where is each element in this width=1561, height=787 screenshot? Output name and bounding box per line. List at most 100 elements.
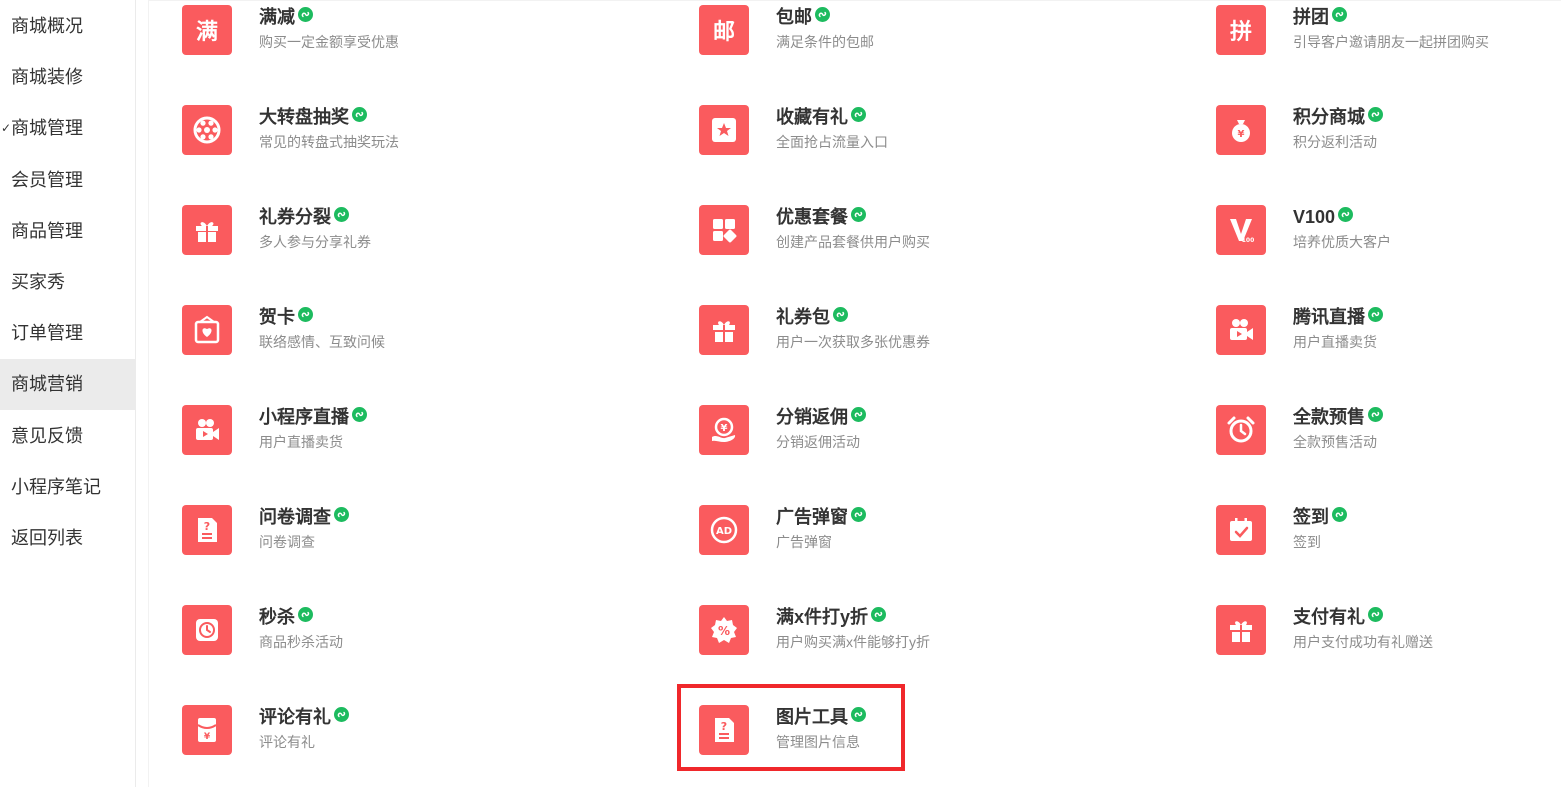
app-title-text: 支付有礼: [1293, 607, 1365, 627]
sidebar-item-0[interactable]: 商城概况: [0, 1, 135, 52]
sidebar-item-2[interactable]: ✓ 商城管理: [0, 103, 135, 154]
sidebar-item-label: 商城装修: [11, 67, 83, 88]
mini-program-icon: [1332, 7, 1347, 22]
red-envelope-icon: ¥: [182, 705, 232, 755]
mini-program-icon: [298, 307, 313, 322]
app-item[interactable]: 满 满减 购买一定金额享受优惠: [182, 5, 622, 61]
app-title-text: 大转盘抽奖: [259, 107, 349, 127]
sidebar-item-label: 商城概况: [11, 16, 83, 36]
app-title: 包邮: [776, 6, 830, 28]
app-title-text: 贺卡: [259, 307, 295, 327]
sidebar-item-8[interactable]: 意见反馈: [0, 411, 135, 462]
app-item[interactable]: ? 问卷调查 问卷调查: [182, 505, 622, 561]
app-title-text: 满x件打y折: [776, 607, 869, 627]
sidebar-item-6[interactable]: 订单管理: [0, 308, 135, 359]
app-title-text: 收藏有礼: [776, 107, 848, 127]
app-description: 常见的转盘式抽奖玩法: [259, 134, 399, 150]
app-item[interactable]: ¥ 积分商城积分返利活动: [1216, 105, 1561, 161]
mini-program-icon: [1368, 107, 1383, 122]
alarm-clock-icon: [1216, 405, 1266, 455]
app-item[interactable]: 腾讯直播 用户直播卖货: [1216, 305, 1561, 361]
app-description: 培养优质大客户: [1293, 234, 1391, 250]
app-title: 秒杀: [259, 606, 313, 628]
app-title-text: 优惠套餐: [776, 207, 848, 227]
app-description: 评论有礼: [259, 734, 315, 750]
app-item[interactable]: 拼 拼团 引导客户邀请朋友一起拼团购买: [1216, 5, 1561, 61]
sidebar-item-3[interactable]: 会员管理: [0, 155, 135, 206]
app-item[interactable]: 邮 包邮 满足条件的包邮: [699, 5, 1139, 61]
grid-blocks-icon: [699, 205, 749, 255]
sidebar-item-1[interactable]: 商城装修: [0, 52, 135, 103]
app-title-text: 积分商城: [1293, 107, 1365, 127]
app-title: 评论有礼: [259, 706, 349, 728]
app-description: 引导客户邀请朋友一起拼团购买: [1293, 34, 1489, 50]
mini-program-icon: [851, 207, 866, 222]
app-item[interactable]: 大转盘抽奖常见的转盘式抽奖玩法: [182, 105, 622, 161]
app-title-text: 包邮: [776, 7, 812, 27]
app-title-text: 广告弹窗: [776, 507, 848, 527]
app-title-text: 图片工具: [776, 707, 848, 727]
sidebar-item-label: 意见反馈: [11, 425, 83, 446]
app-title: 腾讯直播: [1293, 306, 1383, 328]
app-title-text: 问卷调查: [259, 507, 331, 527]
app-item[interactable]: 优惠套餐 创建产品套餐供用户购买: [699, 205, 1139, 261]
sidebar-item-4[interactable]: 商品管理: [0, 206, 135, 257]
app-title: 分销返佣: [776, 406, 866, 428]
app-description: 多人参与分享礼券: [259, 234, 371, 250]
app-title: 礼券分裂: [259, 206, 349, 228]
app-item[interactable]: % 满x件打y折 用户购买满x件能够打y折: [699, 605, 1139, 661]
app-title-text: 礼券包: [776, 307, 830, 327]
svg-text:AD: AD: [716, 526, 732, 537]
app-item[interactable]: 签到 签到: [1216, 505, 1561, 561]
app-title: 广告弹窗: [776, 506, 866, 528]
mini-program-icon: [334, 207, 349, 222]
sidebar-item-label: 小程序笔记: [11, 476, 101, 497]
questionnaire-icon: ?: [699, 705, 749, 755]
app-description: 全面抢占流量入口: [776, 134, 888, 150]
greeting-card-icon: [182, 305, 232, 355]
app-item[interactable]: AD 广告弹窗 广告弹窗: [699, 505, 1139, 561]
sidebar-item-9[interactable]: 小程序笔记: [0, 462, 135, 513]
gift-box-icon: [699, 305, 749, 355]
icon-glyph: 满: [195, 20, 218, 45]
checkmark-icon: ✓: [1, 121, 12, 136]
app-item[interactable]: 秒杀 商品秒杀活动: [182, 605, 622, 661]
questionnaire-icon: ?: [182, 505, 232, 555]
app-title-text: 评论有礼: [259, 707, 331, 727]
app-item[interactable]: ¥ 评论有礼 评论有礼: [182, 705, 622, 761]
app-item[interactable]: 礼券包 用户一次获取多张优惠券: [699, 305, 1139, 361]
app-item[interactable]: 小程序直播 用户直播卖货: [182, 405, 622, 461]
app-title: 大转盘抽奖: [259, 106, 367, 128]
app-description: 积分返利活动: [1293, 134, 1377, 150]
app-title-text: 腾讯直播: [1293, 307, 1365, 327]
sidebar-item-7[interactable]: 商城营销: [0, 359, 135, 411]
app-description: 问卷调查: [259, 534, 315, 550]
app-title: 问卷调查: [259, 506, 349, 528]
clock-icon: [182, 605, 232, 655]
app-item[interactable]: 礼券分裂多人参与分享礼券: [182, 205, 622, 261]
app-description: 联络感情、互致问候: [259, 334, 385, 350]
mini-program-icon: [352, 107, 367, 122]
mini-program-icon: [334, 707, 349, 722]
app-description: 分销返佣活动: [776, 434, 860, 450]
app-item[interactable]: ? 图片工具 管理图片信息: [699, 705, 1139, 761]
app-item[interactable]: ¥ 分销返佣 分销返佣活动: [699, 405, 1139, 461]
app-title: 满x件打y折: [776, 606, 887, 628]
sidebar-item-label: 商城管理: [11, 118, 83, 139]
mini-program-icon: [1368, 607, 1383, 622]
app-description: 全款预售活动: [1293, 434, 1377, 450]
app-item[interactable]: 支付有礼 用户支付成功有礼赠送: [1216, 605, 1561, 661]
app-title: 全款预售: [1293, 406, 1383, 428]
sidebar-item-5[interactable]: 买家秀: [0, 257, 135, 308]
app-item[interactable]: 贺卡联络感情、互致问候: [182, 305, 622, 361]
mini-program-icon: [1332, 507, 1347, 522]
money-bag-icon: ¥: [1216, 105, 1266, 155]
svg-text:?: ?: [721, 720, 727, 733]
app-item[interactable]: 收藏有礼全面抢占流量入口: [699, 105, 1139, 161]
manjian-text-icon: 满: [182, 5, 232, 55]
app-item[interactable]: 100 V100 培养优质大客户: [1216, 205, 1561, 261]
app-description: 满足条件的包邮: [776, 34, 874, 50]
sidebar-item-10[interactable]: 返回列表: [0, 513, 135, 564]
app-item[interactable]: 全款预售全款预售活动: [1216, 405, 1561, 461]
mini-program-icon: [851, 107, 866, 122]
